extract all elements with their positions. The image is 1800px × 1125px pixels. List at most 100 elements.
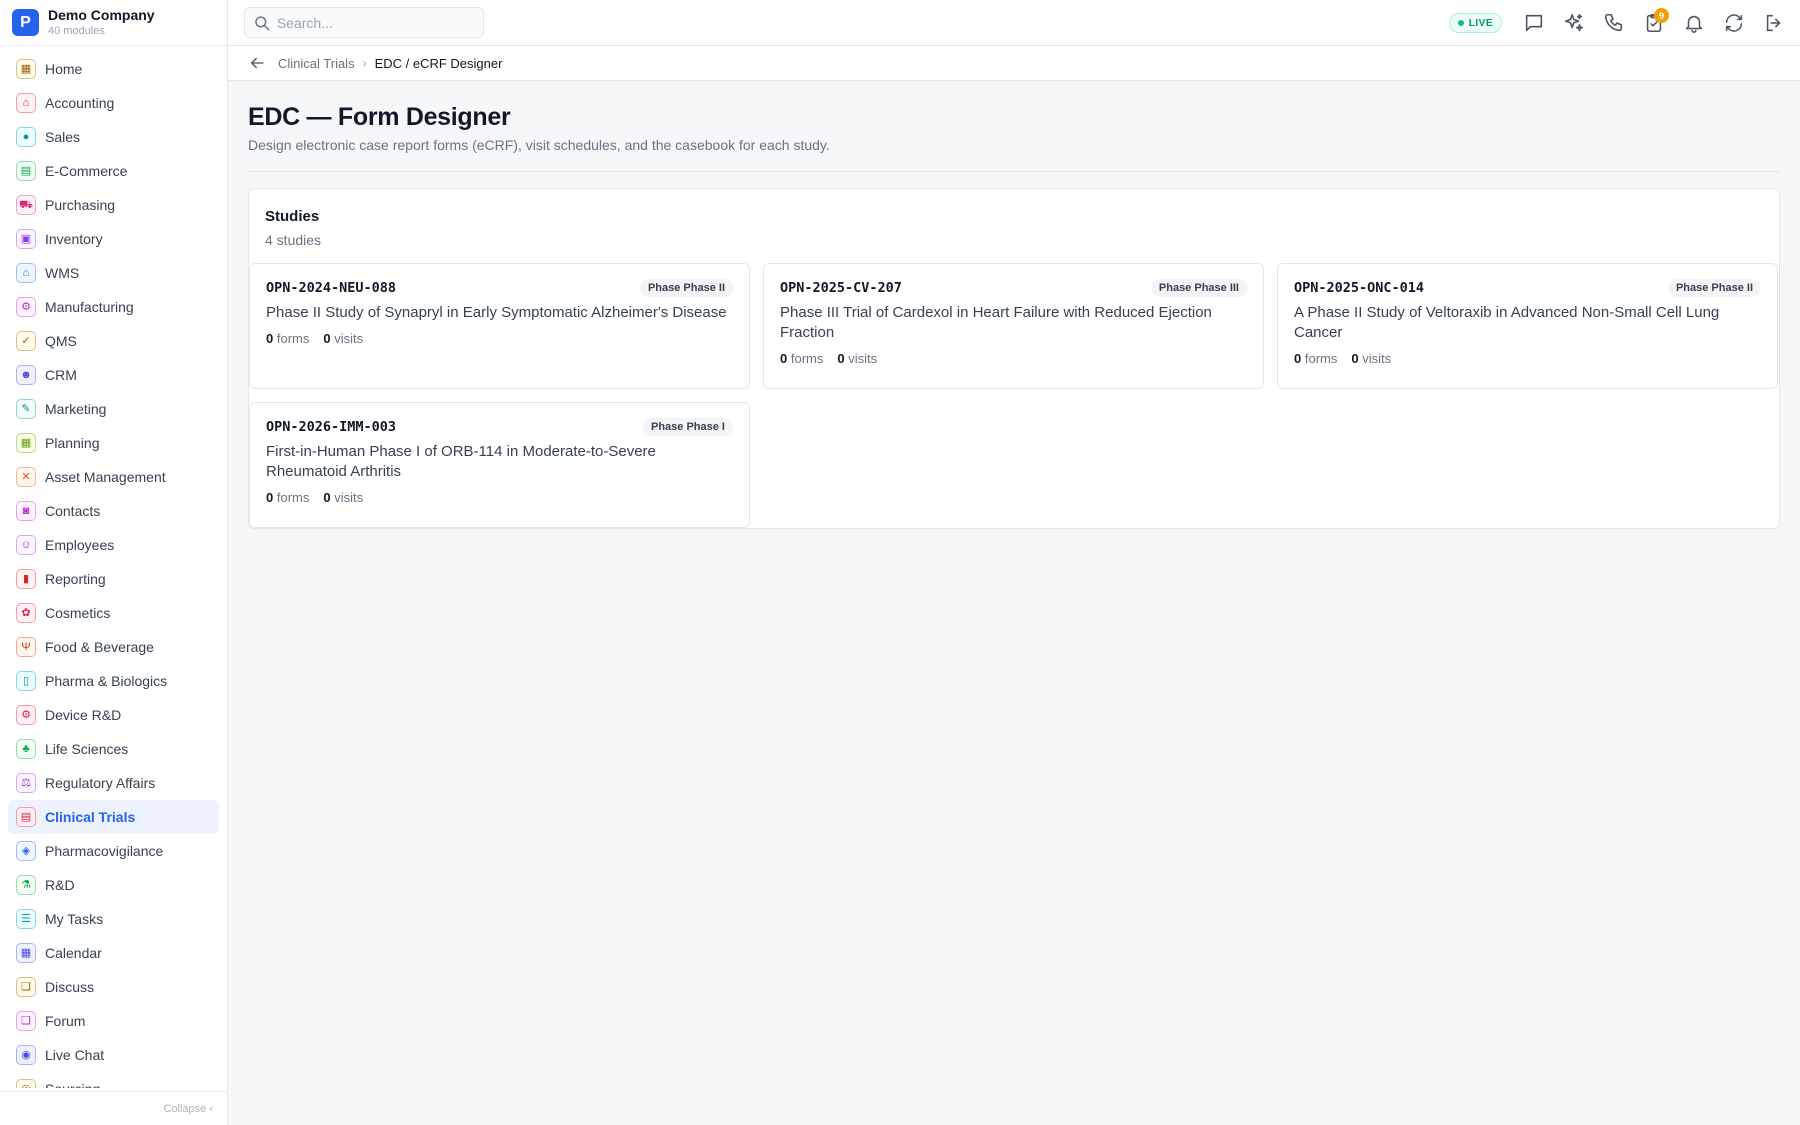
sidebar-item-reporting[interactable]: ▮ Reporting [8, 562, 219, 596]
study-card[interactable]: OPN-2026-IMM-003 Phase Phase I First-in-Hu… [249, 402, 750, 528]
brand-logo: P [12, 9, 39, 36]
sidebar-item-inventory[interactable]: ▣ Inventory [8, 222, 219, 256]
sidebar-item-calendar[interactable]: ▦ Calendar [8, 936, 219, 970]
brand[interactable]: P Demo Company 40 modules [0, 0, 227, 46]
page-description: Design electronic case report forms (eCR… [248, 137, 830, 153]
study-code: OPN-2026-IMM-003 [266, 419, 397, 435]
visits-count: 0 [1351, 351, 1359, 366]
sidebar-item-manufacturing[interactable]: ⚙ Manufacturing [8, 290, 219, 324]
studies-title: Studies [265, 208, 320, 225]
study-code: OPN-2024-NEU-088 [266, 280, 397, 296]
breadcrumb: Clinical Trials › EDC / eCRF Designer [228, 46, 1800, 81]
clipboard-icon: ▤ [16, 807, 36, 827]
messages-button[interactable] [1514, 3, 1554, 43]
sidebar-item-clinical-trials[interactable]: ▤ Clinical Trials [8, 800, 219, 834]
study-code: OPN-2025-ONC-014 [1294, 280, 1425, 296]
sidebar-item-live-chat[interactable]: ◉ Live Chat [8, 1038, 219, 1072]
collapse-button[interactable]: Collapse ‹ [0, 1091, 227, 1125]
sidebar-item-label: Calendar [45, 945, 102, 961]
study-card[interactable]: OPN-2025-CV-207 Phase Phase III Phase III … [763, 263, 1264, 389]
sidebar-item-pharmacovigilance[interactable]: ◈ Pharmacovigilance [8, 834, 219, 868]
main-content: EDC — Form Designer Design electronic ca… [248, 81, 1780, 529]
briefcase-icon: ☺ [16, 535, 36, 555]
visits-stat: 0 visits [837, 351, 877, 366]
warehouse-icon: ⌂ [16, 263, 36, 283]
search-box[interactable] [244, 7, 484, 38]
sidebar-item-label: Accounting [45, 95, 115, 111]
page-title: EDC — Form Designer [248, 103, 511, 131]
sidebar-item-pharma-biologics[interactable]: ▯ Pharma & Biologics [8, 664, 219, 698]
phone-button[interactable] [1594, 3, 1634, 43]
sidebar-item-contacts[interactable]: ◙ Contacts [8, 494, 219, 528]
refresh-button[interactable] [1714, 3, 1754, 43]
sidebar-item-purchasing[interactable]: ⛟ Purchasing [8, 188, 219, 222]
sidebar-item-sales[interactable]: ● Sales [8, 120, 219, 154]
forms-stat: 0 forms [266, 331, 309, 346]
sidebar-item-crm[interactable]: ☻ CRM [8, 358, 219, 392]
sidebar-item-regulatory-affairs[interactable]: ⚖ Regulatory Affairs [8, 766, 219, 800]
forms-label: forms [276, 490, 310, 505]
sidebar-item-discuss[interactable]: ❏ Discuss [8, 970, 219, 1004]
phase-badge: Phase Phase II [1667, 279, 1761, 297]
notifications-button[interactable] [1674, 3, 1714, 43]
sidebar-item-e-commerce[interactable]: ▤ E-Commerce [8, 154, 219, 188]
sidebar-item-label: R&D [45, 877, 75, 893]
store-icon: ▤ [16, 161, 36, 181]
visits-stat: 0 visits [323, 490, 363, 505]
ai-assistant-button[interactable] [1554, 3, 1594, 43]
sidebar-item-label: Clinical Trials [45, 809, 136, 825]
gavel-icon: ⚖ [16, 773, 36, 793]
sidebar-item-label: Home [45, 61, 83, 77]
message-icon [1525, 14, 1543, 32]
live-dot [1457, 20, 1464, 26]
forms-stat: 0 forms [780, 351, 823, 366]
sidebar-item-label: Live Chat [45, 1047, 105, 1063]
sidebar-item-accounting[interactable]: ⌂ Accounting [8, 86, 219, 120]
study-title: A Phase II Study of Veltoraxib in Advanc… [1294, 304, 1720, 341]
box-icon: ▣ [16, 229, 36, 249]
sidebar-item-label: E-Commerce [45, 163, 128, 179]
search-icon [255, 15, 270, 30]
studies-count: 4 studies [265, 232, 322, 248]
module-count: 40 modules [48, 24, 105, 37]
sidebar-nav: ▦ Home ⌂ Accounting ● Sales ▤ E-Commerce ⛟ Purcha… [8, 52, 219, 1088]
logout-button[interactable] [1754, 3, 1794, 43]
divider [248, 171, 1780, 172]
calendar-icon: ▦ [16, 943, 36, 963]
sidebar-item-my-tasks[interactable]: ☰ My Tasks [8, 902, 219, 936]
study-title: Phase II Study of Synapryl in Early Symp… [266, 304, 727, 321]
live-status-badge: LIVE [1448, 13, 1502, 33]
studies-panel: Studies 4 studies OPN-2024-NEU-088 Phase … [248, 188, 1780, 529]
tasks-button[interactable]: 9 [1634, 3, 1674, 43]
study-stats: 0 forms 0 visits [266, 490, 733, 505]
sidebar-item-wms[interactable]: ⌂ WMS [8, 256, 219, 290]
sidebar-item-label: Food & Beverage [45, 639, 154, 655]
breadcrumb-separator: › [362, 56, 367, 70]
sidebar-item-marketing[interactable]: ✎ Marketing [8, 392, 219, 426]
sidebar-item-qms[interactable]: ✓ QMS [8, 324, 219, 358]
sidebar-item-label: WMS [45, 265, 80, 281]
study-stats: 0 forms 0 visits [266, 331, 733, 346]
sidebar-item-food-beverage[interactable]: Ψ Food & Beverage [8, 630, 219, 664]
chat-icon: ❏ [16, 977, 36, 997]
visits-stat: 0 visits [323, 331, 363, 346]
sidebar-item-device-r-d[interactable]: ⚙ Device R&D [8, 698, 219, 732]
arrow-left-icon [251, 57, 264, 69]
breadcrumb-parent[interactable]: Clinical Trials [278, 56, 355, 71]
sidebar-item-r-d[interactable]: ⚗ R&D [8, 868, 219, 902]
study-card[interactable]: OPN-2024-NEU-088 Phase Phase II Phase II S… [249, 263, 750, 389]
sidebar-item-cosmetics[interactable]: ✿ Cosmetics [8, 596, 219, 630]
sidebar-item-home[interactable]: ▦ Home [8, 52, 219, 86]
phone-icon [1604, 13, 1623, 32]
sidebar-item-planning[interactable]: ▦ Planning [8, 426, 219, 460]
search-input[interactable] [276, 14, 475, 31]
sidebar-item-forum[interactable]: ❏ Forum [8, 1004, 219, 1038]
sidebar-item-asset-management[interactable]: ✕ Asset Management [8, 460, 219, 494]
sidebar-item-sourcing[interactable]: ◎ Sourcing [8, 1072, 219, 1088]
back-button[interactable] [248, 54, 266, 72]
sidebar-item-employees[interactable]: ☺ Employees [8, 528, 219, 562]
study-card[interactable]: OPN-2025-ONC-014 Phase Phase II A Phase II… [1277, 263, 1778, 389]
sidebar-item-label: Discuss [45, 979, 95, 995]
sidebar-item-life-sciences[interactable]: ♣ Life Sciences [8, 732, 219, 766]
study-title: Phase III Trial of Cardexol in Heart Fai… [780, 304, 1212, 341]
